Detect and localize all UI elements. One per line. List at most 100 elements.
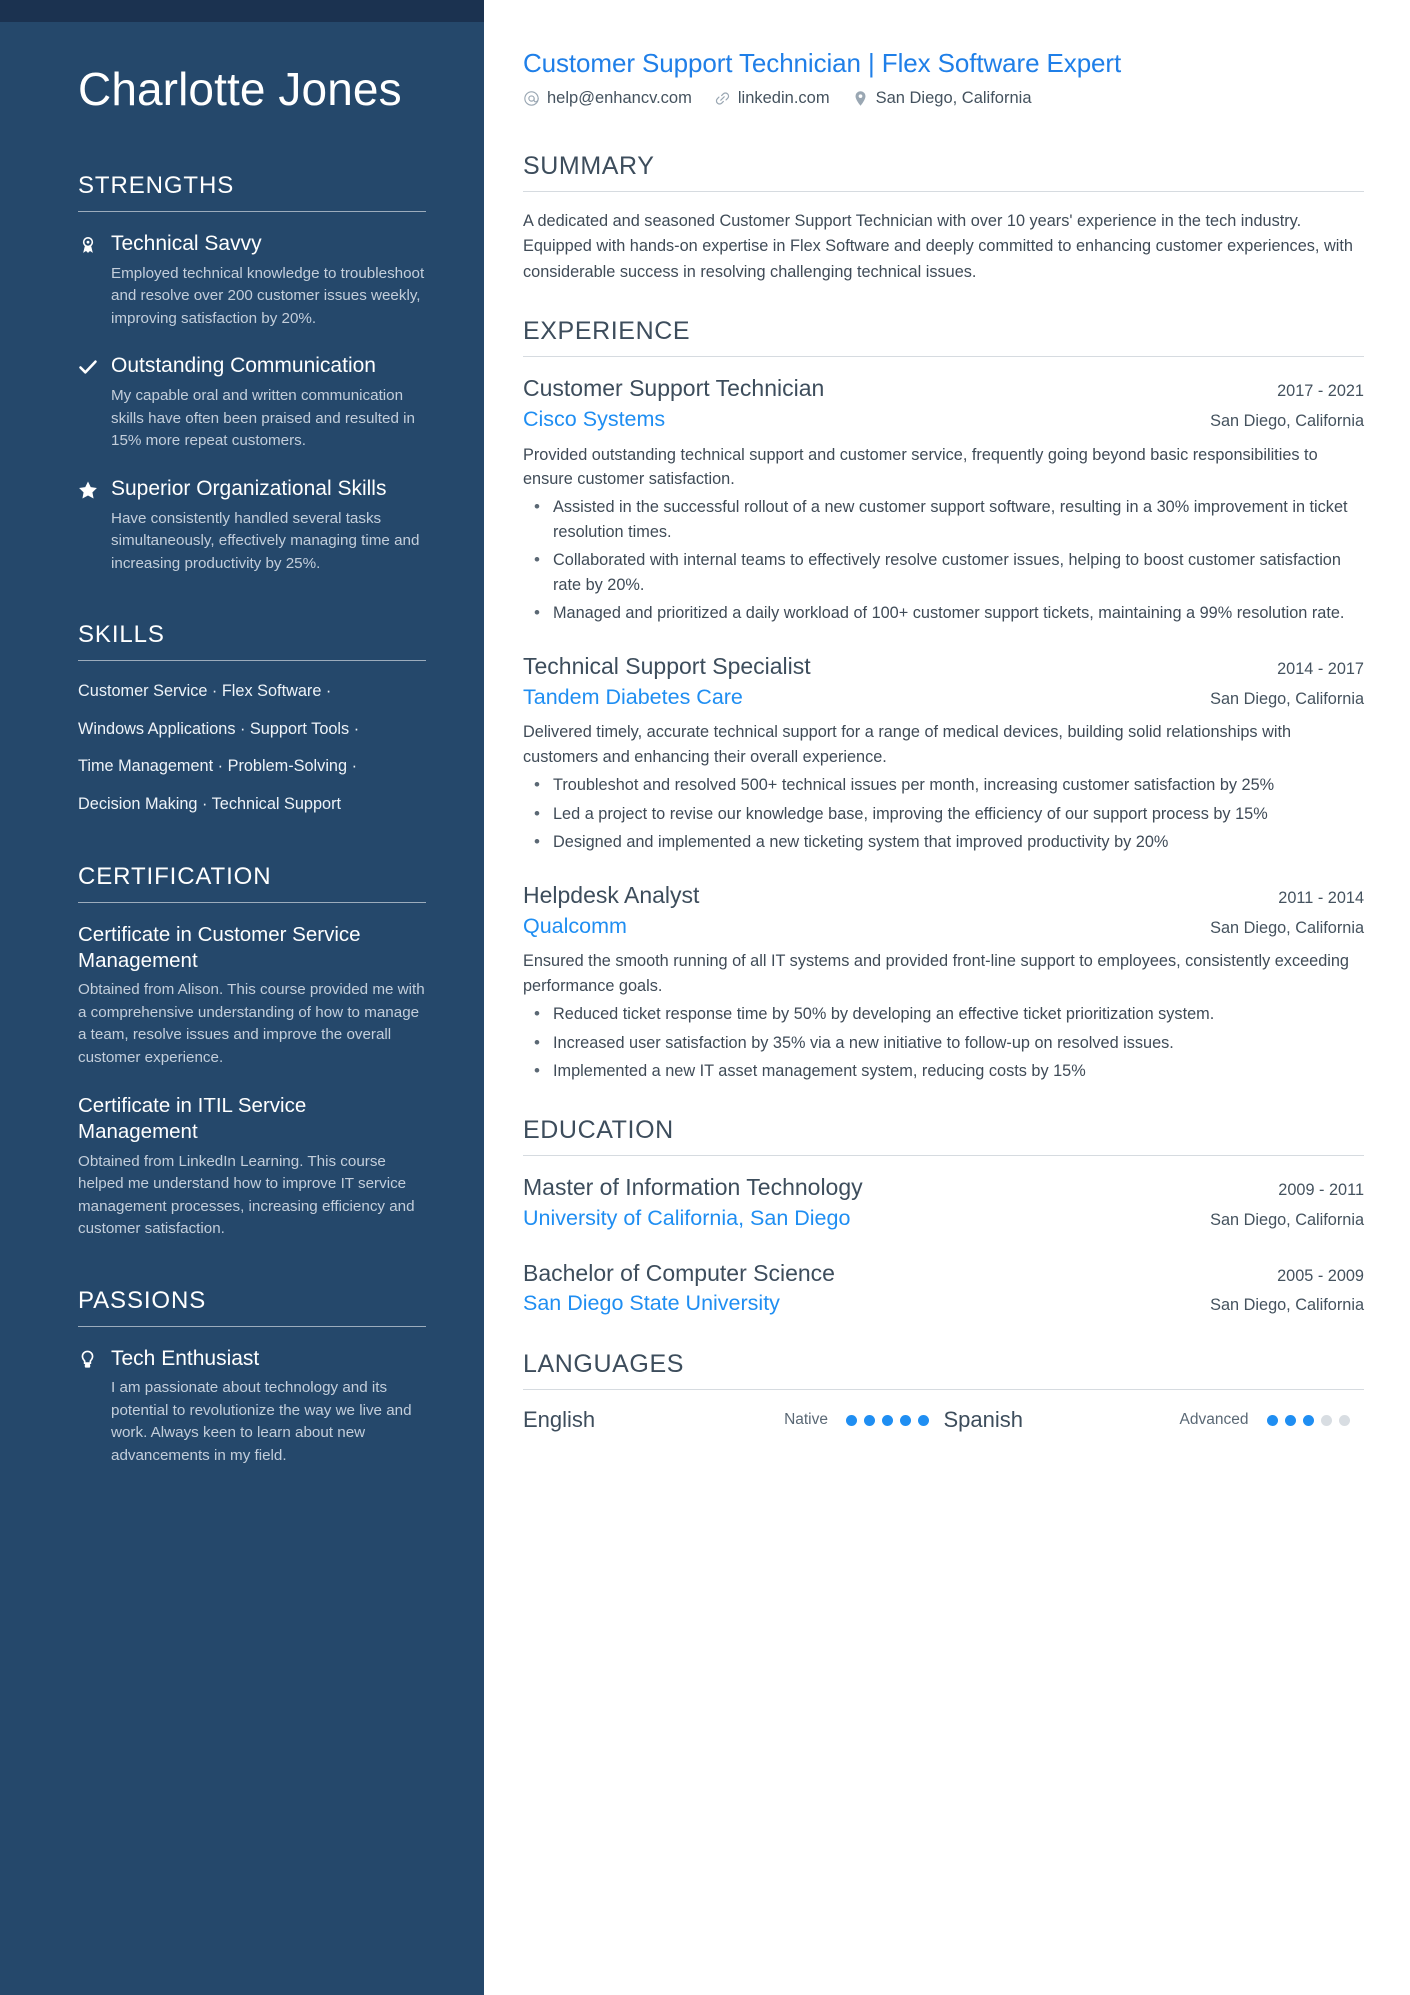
language-level-dot <box>1302 1414 1314 1426</box>
language-level-dot <box>1338 1414 1350 1426</box>
education-title-row: Master of Information Technology 2009 - 2… <box>523 1173 1364 1203</box>
experience-org-row: Tandem Diabetes Care San Diego, Californi… <box>523 684 1364 712</box>
contact-text: linkedin.com <box>737 89 830 107</box>
section-experience: EXPERIENCE Customer Support Technician 20… <box>523 317 1364 1084</box>
experience-description: Delivered timely, accurate technical sup… <box>523 723 1292 766</box>
language-level-dot <box>900 1414 911 1426</box>
skills-line: Customer Service · Flex Software · <box>78 682 332 701</box>
experience-bullet: Troubleshot and resolved 500+ technical … <box>523 772 1364 798</box>
experience-bullet: Collaborated with internal teams to effe… <box>523 547 1364 597</box>
skills-list: Customer Service · Flex Software · Window… <box>78 680 426 817</box>
experience-role: Customer Support Technician <box>523 374 825 401</box>
education-date: 2009 - 2011 <box>1278 1180 1364 1199</box>
education-list: Master of Information Technology 2009 - 2… <box>523 1173 1364 1319</box>
experience-heading: EXPERIENCE <box>523 316 691 345</box>
strengths-divider <box>78 210 426 212</box>
experience-title-row: Technical Support Specialist 2014 - 2017 <box>523 652 1364 682</box>
section-education: EDUCATION Master of Information Technolo… <box>523 1116 1364 1319</box>
experience-bullet: Implemented a new IT asset management sy… <box>523 1058 1364 1084</box>
contact-item[interactable]: help@enhancv.com <box>523 89 692 108</box>
strength-body: Technical Savvy Employed technical knowle… <box>104 231 426 330</box>
education-divider <box>523 1154 1364 1156</box>
lightbulb-icon <box>78 1350 104 1468</box>
section-languages: LANGUAGES English Native Spanish Advanced <box>523 1350 1364 1433</box>
experience-location: San Diego, California <box>1210 689 1364 708</box>
language-level-dots <box>846 1414 929 1426</box>
section-passions: PASSIONS Tech Enthusiast I am passionate … <box>78 1287 426 1468</box>
experience-date: 2017 - 2021 <box>1277 381 1364 400</box>
language-level-dot <box>1266 1414 1278 1426</box>
education-school[interactable]: San Diego State University <box>523 1290 780 1318</box>
language-name: English <box>523 1407 596 1433</box>
summary-text: A dedicated and seasoned Customer Suppor… <box>523 212 1353 281</box>
education-degree: Master of Information Technology <box>523 1173 863 1200</box>
skills-line: Time Management · Problem-Solving · <box>78 757 357 776</box>
section-skills: SKILLS Customer Service · Flex Software … <box>78 621 426 817</box>
passion-title: Tech Enthusiast <box>111 1346 260 1370</box>
experience-entry: Customer Support Technician 2017 - 2021 Ci… <box>523 374 1364 626</box>
strengths-list: Technical Savvy Employed technical knowle… <box>78 231 426 575</box>
passions-list: Tech Enthusiast I am passionate about tec… <box>78 1346 426 1468</box>
experience-company[interactable]: Qualcomm <box>523 913 627 941</box>
language-level-label: Advanced <box>1179 1411 1249 1429</box>
language-item: Spanish Advanced <box>944 1407 1365 1433</box>
experience-company[interactable]: Cisco Systems <box>523 406 665 434</box>
skills-heading: SKILLS <box>78 621 165 649</box>
experience-title-row: Customer Support Technician 2017 - 2021 <box>523 374 1364 404</box>
star-icon <box>78 480 104 575</box>
languages-divider <box>523 1389 1364 1391</box>
experience-role: Helpdesk Analyst <box>523 881 700 908</box>
experience-entry: Helpdesk Analyst 2011 - 2014 Qualcomm San D… <box>523 881 1364 1085</box>
strength-description: My capable oral and written communicatio… <box>111 387 415 450</box>
link-chain-icon <box>714 90 731 107</box>
language-item: English Native <box>523 1407 944 1433</box>
experience-bullet: Reduced ticket response time by 50% by d… <box>523 1001 1364 1027</box>
section-certification: CERTIFICATION Certificate in Customer Se… <box>78 863 426 1241</box>
summary-divider <box>523 191 1364 192</box>
education-title-row: Bachelor of Computer Science 2005 - 2009 <box>523 1259 1364 1289</box>
certification-list: Certificate in Customer Service Manageme… <box>78 922 426 1241</box>
passion-body: Tech Enthusiast I am passionate about tec… <box>104 1346 426 1468</box>
main-content: Customer Support Technician | Flex Softw… <box>484 0 1410 1995</box>
certification-item: Certificate in Customer Service Manageme… <box>78 922 426 1069</box>
experience-bullet-list: Troubleshot and resolved 500+ technical … <box>523 772 1364 855</box>
skills-line: Windows Applications · Support Tools · <box>78 719 360 738</box>
language-level-label: Native <box>784 1411 828 1429</box>
experience-bullet-list: Assisted in the successful rollout of a … <box>523 494 1364 626</box>
language-name: Spanish <box>943 1407 1024 1433</box>
experience-bullet: Assisted in the successful rollout of a … <box>523 494 1364 544</box>
sidebar: Charlotte Jones STRENGTHS Technical Savv… <box>0 0 484 1995</box>
headline-title: Customer Support Technician | Flex Softw… <box>523 48 1122 78</box>
strength-item: Outstanding Communication My capable oral… <box>78 353 426 452</box>
education-school[interactable]: University of California, San Diego <box>523 1205 850 1233</box>
experience-description: Provided outstanding technical support a… <box>523 445 1318 489</box>
strength-item: Superior Organizational Skills Have consi… <box>78 476 426 575</box>
experience-bullet: Increased user satisfaction by 35% via a… <box>523 1030 1364 1056</box>
contact-text: San Diego, California <box>875 89 1032 107</box>
contact-item[interactable]: linkedin.com <box>714 89 830 108</box>
award-ribbon-icon <box>78 235 104 330</box>
experience-company[interactable]: Tandem Diabetes Care <box>523 684 743 712</box>
experience-location: San Diego, California <box>1210 411 1364 430</box>
education-heading: EDUCATION <box>523 1115 674 1144</box>
strength-description: Have consistently handled several tasks … <box>111 509 420 572</box>
location-pin-icon <box>852 90 869 107</box>
language-level-dot <box>864 1414 875 1426</box>
resume-page: Charlotte Jones STRENGTHS Technical Savv… <box>0 0 1410 1995</box>
passions-divider <box>78 1325 426 1327</box>
section-summary: SUMMARY A dedicated and seasoned Custome… <box>523 152 1364 285</box>
experience-bullet: Led a project to revise our knowledge ba… <box>523 801 1364 827</box>
strength-item: Technical Savvy Employed technical knowle… <box>78 231 426 330</box>
strengths-heading: STRENGTHS <box>78 171 235 199</box>
strength-body: Superior Organizational Skills Have consi… <box>104 476 426 575</box>
contact-item[interactable]: San Diego, California <box>852 89 1032 108</box>
experience-date: 2014 - 2017 <box>1277 659 1364 678</box>
education-location: San Diego, California <box>1210 1210 1364 1229</box>
at-email-icon <box>523 90 540 107</box>
certification-title: Certificate in Customer Service Manageme… <box>78 922 361 972</box>
experience-date: 2011 - 2014 <box>1278 888 1364 907</box>
experience-entry: Technical Support Specialist 2014 - 2017 T… <box>523 652 1364 856</box>
passion-item: Tech Enthusiast I am passionate about tec… <box>78 1346 426 1468</box>
education-degree: Bachelor of Computer Science <box>523 1259 835 1286</box>
strength-title: Outstanding Communication <box>111 354 376 378</box>
